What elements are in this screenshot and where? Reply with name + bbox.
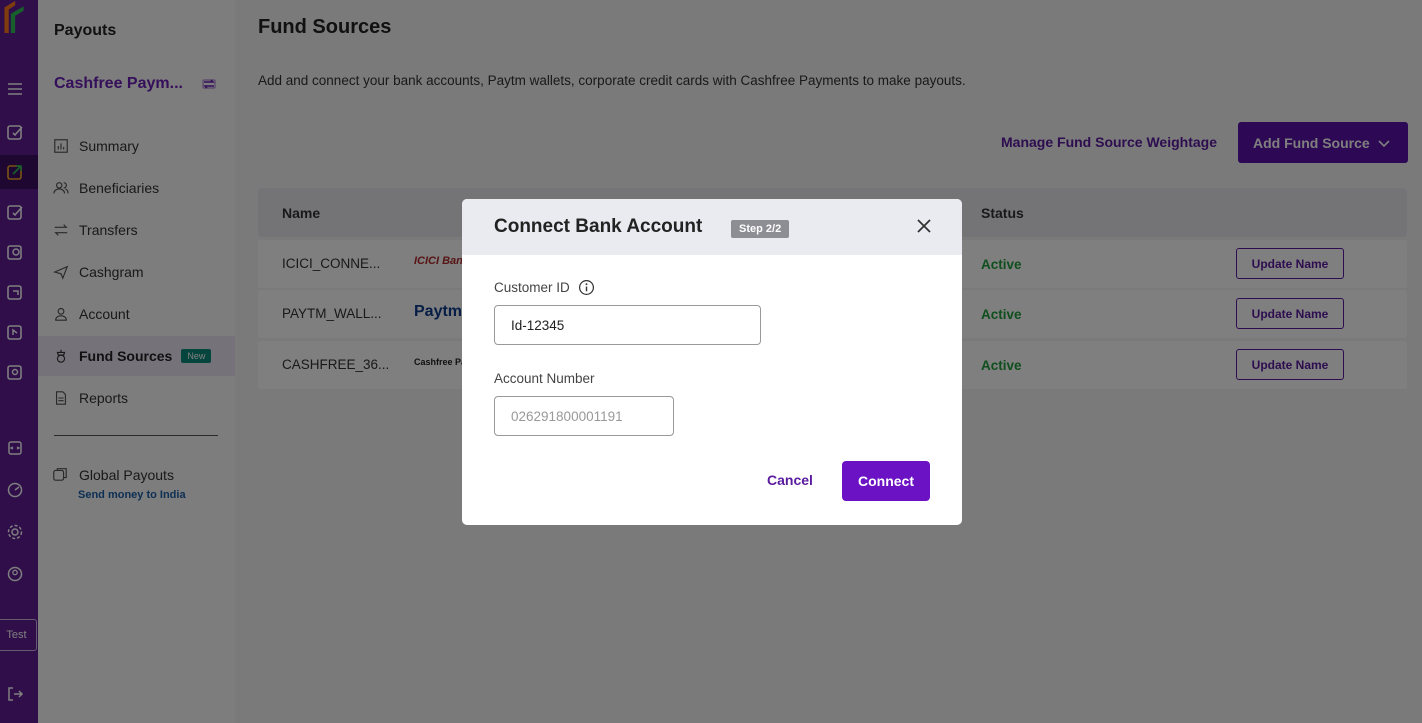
close-icon[interactable]	[914, 216, 934, 236]
connect-button[interactable]: Connect	[842, 461, 930, 501]
account-number-label: Account Number	[494, 371, 595, 386]
connect-bank-account-modal: Connect Bank Account Step 2/2 Customer I…	[462, 199, 962, 525]
info-icon[interactable]	[578, 279, 595, 296]
step-badge: Step 2/2	[731, 220, 790, 238]
customer-id-input[interactable]	[494, 305, 761, 345]
modal-title: Connect Bank Account	[494, 216, 703, 237]
cancel-button[interactable]: Cancel	[767, 472, 813, 488]
customer-id-label: Customer ID	[494, 280, 570, 295]
account-number-input[interactable]	[494, 396, 674, 436]
modal-header: Connect Bank Account Step 2/2	[462, 199, 962, 255]
